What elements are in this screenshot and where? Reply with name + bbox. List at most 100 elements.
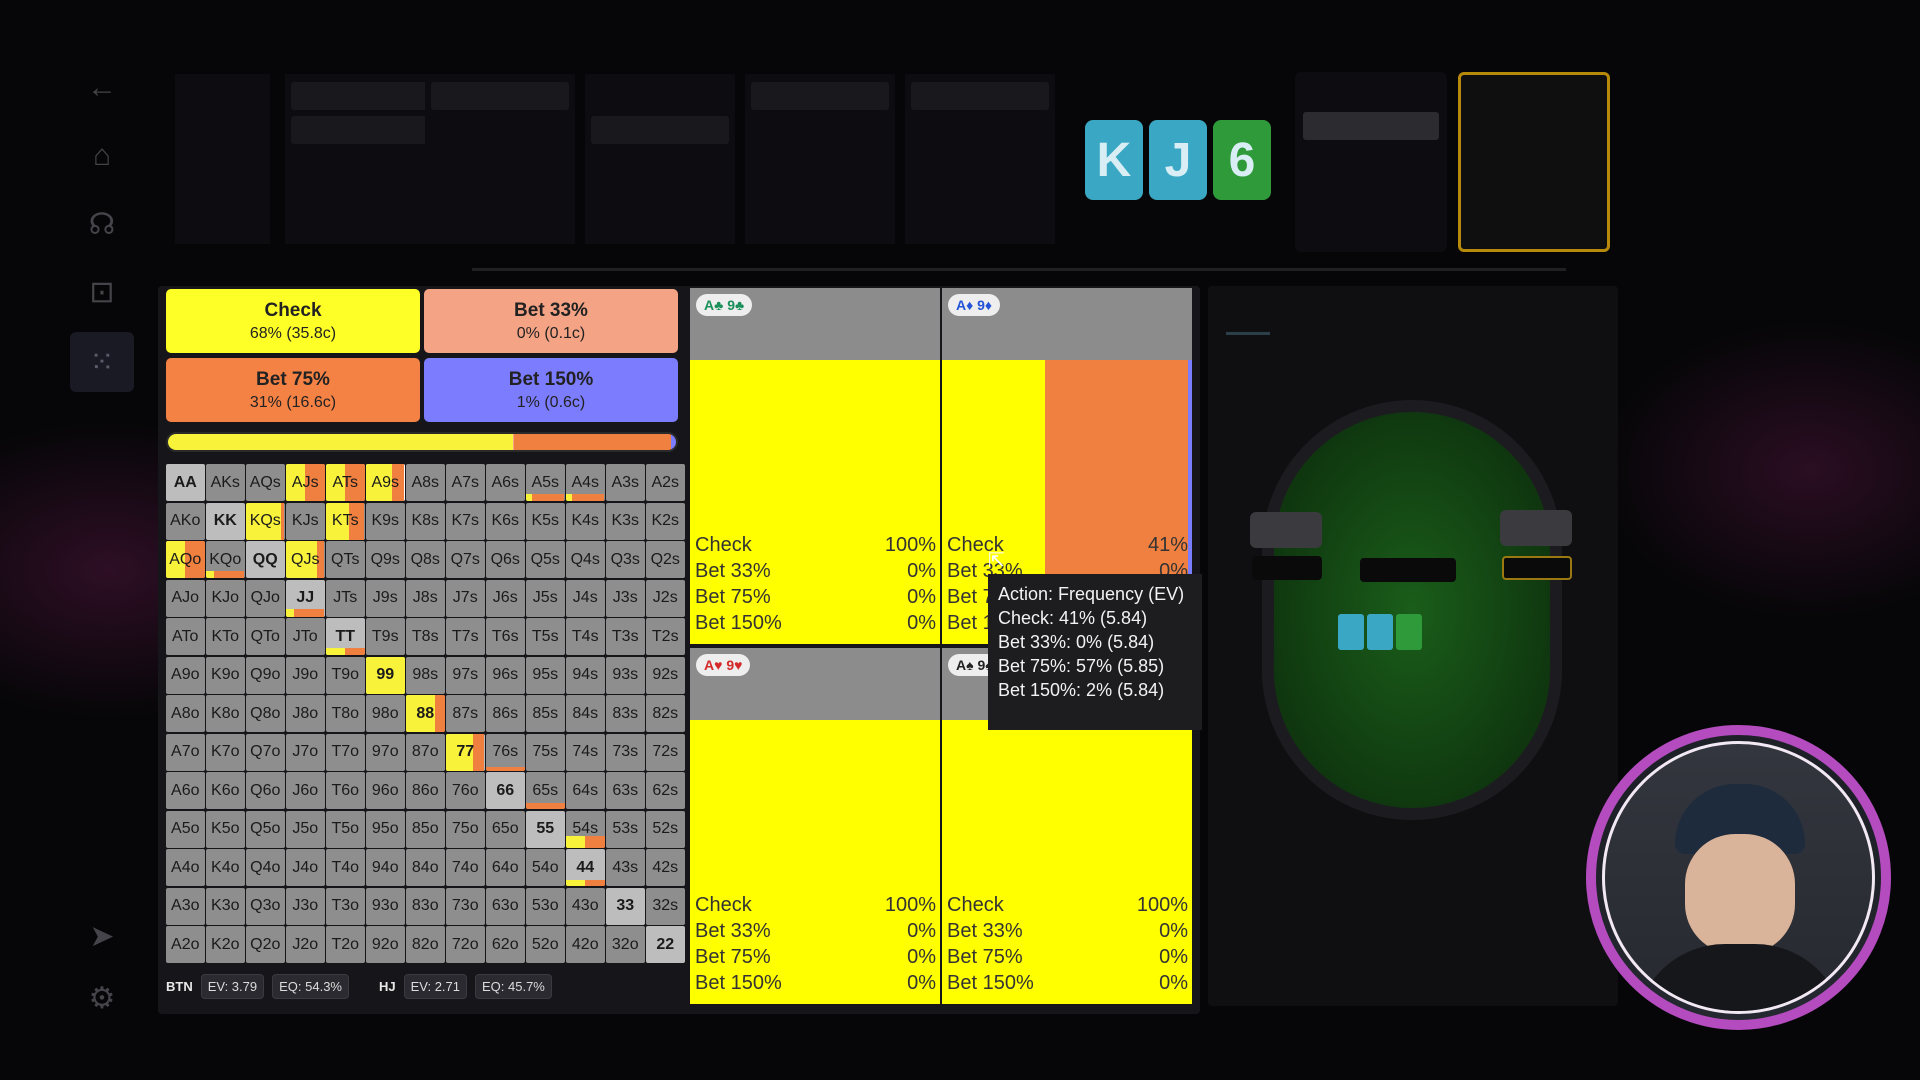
- hand-cell[interactable]: KTo: [206, 618, 245, 655]
- hand-cell[interactable]: 92s: [646, 656, 685, 694]
- hand-cell[interactable]: T7s: [446, 618, 485, 655]
- hand-cell[interactable]: A8o: [166, 695, 205, 732]
- hand-cell[interactable]: AKo: [166, 502, 205, 540]
- hand-cell[interactable]: Q3s: [606, 541, 645, 578]
- hand-cell[interactable]: 96o: [366, 772, 405, 809]
- hand-cell[interactable]: K3o: [206, 887, 245, 925]
- hand-cell[interactable]: 32o: [606, 926, 645, 963]
- hand-cell[interactable]: 97s: [446, 656, 485, 694]
- hand-cell[interactable]: 82s: [646, 695, 685, 732]
- hand-cell[interactable]: A7o: [166, 733, 205, 771]
- hand-cell[interactable]: T7o: [326, 733, 365, 771]
- hand-cell[interactable]: 62s: [646, 772, 685, 809]
- hand-cell[interactable]: QTs: [326, 541, 365, 578]
- hand-cell[interactable]: 76o: [446, 772, 485, 809]
- hand-cell[interactable]: 97o: [366, 733, 405, 771]
- hand-cell[interactable]: A6s: [486, 464, 525, 501]
- hand-cell[interactable]: 74s: [566, 733, 605, 771]
- hand-cell[interactable]: K6s: [486, 502, 525, 540]
- action-bet150-button[interactable]: Bet 150% 1% (0.6c): [424, 358, 678, 422]
- hand-cell[interactable]: 96s: [486, 656, 525, 694]
- hand-cell[interactable]: Q5s: [526, 541, 565, 578]
- sequence-column[interactable]: [745, 74, 895, 244]
- hand-cell[interactable]: 85o: [406, 810, 445, 848]
- hand-cell[interactable]: J9s: [366, 579, 405, 617]
- hand-cell[interactable]: Q2o: [246, 926, 285, 963]
- hand-cell[interactable]: T9s: [366, 618, 405, 655]
- hand-cell[interactable]: J5s: [526, 579, 565, 617]
- combo-quadrant[interactable]: A♥ 9♥ Check 100% Bet 33% 0% Bet 75% 0% Bet 150%…: [690, 648, 940, 1004]
- hand-cell[interactable]: 53o: [526, 887, 565, 925]
- hand-cell[interactable]: 64s: [566, 772, 605, 809]
- hand-cell[interactable]: AJo: [166, 579, 205, 617]
- hand-cell[interactable]: T6o: [326, 772, 365, 809]
- hand-cell[interactable]: K8o: [206, 695, 245, 732]
- hand-cell[interactable]: A6o: [166, 772, 205, 809]
- hand-cell[interactable]: A7s: [446, 464, 485, 501]
- hand-cell[interactable]: 66: [486, 772, 525, 809]
- hand-cell[interactable]: T4o: [326, 849, 365, 886]
- hand-cell[interactable]: 42o: [566, 926, 605, 963]
- hand-cell[interactable]: 64o: [486, 849, 525, 886]
- hand-cell[interactable]: 33: [606, 887, 645, 925]
- hand-cell[interactable]: T9o: [326, 656, 365, 694]
- send-icon[interactable]: ➤: [70, 908, 134, 964]
- hand-cell[interactable]: 52o: [526, 926, 565, 963]
- hand-cell[interactable]: 65o: [486, 810, 525, 848]
- hand-cell[interactable]: J6s: [486, 579, 525, 617]
- hand-cell[interactable]: A3s: [606, 464, 645, 501]
- hand-cell[interactable]: K4s: [566, 502, 605, 540]
- hand-cell[interactable]: K4o: [206, 849, 245, 886]
- hand-cell[interactable]: A4s: [566, 464, 605, 501]
- grid-icon[interactable]: ⁙: [70, 332, 134, 392]
- hand-cell[interactable]: J4s: [566, 579, 605, 617]
- hand-cell[interactable]: QTo: [246, 618, 285, 655]
- hand-cell[interactable]: AQs: [246, 464, 285, 501]
- hand-cell[interactable]: QQ: [246, 541, 285, 578]
- hand-cell[interactable]: A9o: [166, 656, 205, 694]
- hand-cell[interactable]: Q4o: [246, 849, 285, 886]
- hand-cell[interactable]: 98o: [366, 695, 405, 732]
- hand-cell[interactable]: 63s: [606, 772, 645, 809]
- hand-cell[interactable]: T2o: [326, 926, 365, 963]
- hand-cell[interactable]: 65s: [526, 772, 565, 809]
- hand-cell[interactable]: 52s: [646, 810, 685, 848]
- hand-cell[interactable]: J4o: [286, 849, 325, 886]
- hand-cell[interactable]: JTo: [286, 618, 325, 655]
- hand-cell[interactable]: J9o: [286, 656, 325, 694]
- hand-cell[interactable]: 72o: [446, 926, 485, 963]
- hand-cell[interactable]: A9s: [366, 464, 405, 501]
- hand-cell[interactable]: QJs: [286, 541, 325, 578]
- home-icon[interactable]: ⌂: [70, 128, 134, 184]
- hand-cell[interactable]: A8s: [406, 464, 445, 501]
- hand-cell[interactable]: 87s: [446, 695, 485, 732]
- hand-cell[interactable]: T4s: [566, 618, 605, 655]
- hand-cell[interactable]: AKs: [206, 464, 245, 501]
- hand-cell[interactable]: Q2s: [646, 541, 685, 578]
- hand-cell[interactable]: J7s: [446, 579, 485, 617]
- hand-cell[interactable]: J2o: [286, 926, 325, 963]
- hand-cell[interactable]: T6s: [486, 618, 525, 655]
- hand-cell[interactable]: KK: [206, 502, 245, 540]
- sequence-column[interactable]: [425, 74, 575, 244]
- hand-cell[interactable]: 98s: [406, 656, 445, 694]
- hand-cell[interactable]: T3o: [326, 887, 365, 925]
- hand-cell[interactable]: 93o: [366, 887, 405, 925]
- hand-cell[interactable]: A5s: [526, 464, 565, 501]
- hand-cell[interactable]: K2s: [646, 502, 685, 540]
- hand-cell[interactable]: A5o: [166, 810, 205, 848]
- hand-cell[interactable]: J8o: [286, 695, 325, 732]
- hand-cell[interactable]: K9s: [366, 502, 405, 540]
- hand-cell[interactable]: Q6o: [246, 772, 285, 809]
- hand-cell[interactable]: T8s: [406, 618, 445, 655]
- hand-cell[interactable]: 84s: [566, 695, 605, 732]
- hand-cell[interactable]: 86o: [406, 772, 445, 809]
- hand-cell[interactable]: 73s: [606, 733, 645, 771]
- gear-icon[interactable]: ⚙: [70, 970, 134, 1026]
- hand-cell[interactable]: ATo: [166, 618, 205, 655]
- hand-cell[interactable]: J2s: [646, 579, 685, 617]
- hand-cell[interactable]: J6o: [286, 772, 325, 809]
- hand-cell[interactable]: 93s: [606, 656, 645, 694]
- action-bet75-button[interactable]: Bet 75% 31% (16.6c): [166, 358, 420, 422]
- hand-cell[interactable]: KQs: [246, 502, 285, 540]
